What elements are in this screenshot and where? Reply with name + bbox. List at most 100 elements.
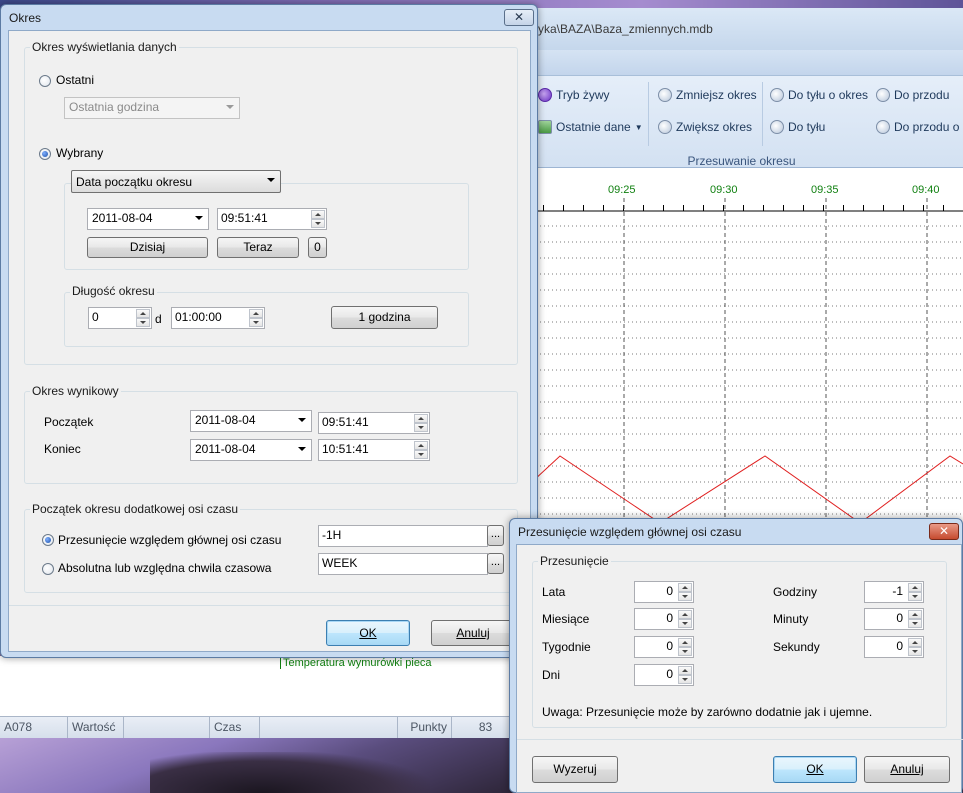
spin-down-icon[interactable] — [908, 592, 922, 601]
spinner[interactable] — [249, 309, 263, 327]
result-start-date-picker[interactable]: 2011-08-04 — [190, 410, 312, 432]
spinner[interactable] — [908, 638, 922, 656]
spinner[interactable] — [678, 583, 692, 601]
minutes-stepper[interactable]: 0 — [864, 608, 924, 630]
period-dialog-close-button[interactable]: ✕ — [504, 9, 534, 26]
forward-button[interactable]: Do przodu — [876, 88, 949, 102]
result-end-date-picker[interactable]: 2011-08-04 — [190, 439, 312, 461]
years-label: Lata — [542, 585, 566, 599]
period-cancel-label: Anuluj — [456, 626, 490, 640]
shift-ok-button[interactable]: OK — [773, 756, 857, 783]
spinner[interactable] — [414, 441, 428, 459]
radio-shift-label[interactable]: Przesunięcie względem głównej osi czasu — [58, 533, 281, 547]
spinner[interactable] — [908, 583, 922, 601]
close-icon: ✕ — [938, 524, 950, 538]
period-cancel-button[interactable]: Anuluj — [431, 620, 515, 646]
result-end-time-stepper[interactable]: 10:51:41 — [318, 439, 430, 461]
today-button[interactable]: Dzisiaj — [87, 237, 208, 258]
weeks-stepper[interactable]: 0 — [634, 636, 694, 658]
ribbon-group-label: Przesuwanie okresu — [687, 154, 796, 168]
absolute-value-input[interactable]: WEEK — [318, 553, 488, 575]
back-by-period-button[interactable]: Do tyłu o okres — [770, 88, 868, 102]
spinner[interactable] — [414, 414, 428, 432]
radio-absolute-label[interactable]: Absolutna lub względna chwila czasowa — [58, 561, 271, 575]
spin-up-icon[interactable] — [908, 583, 922, 592]
months-stepper[interactable]: 0 — [634, 608, 694, 630]
start-date-picker[interactable]: 2011-08-04 — [87, 208, 209, 230]
spin-down-icon[interactable] — [414, 423, 428, 432]
last-period-select[interactable]: Ostatnia godzina — [64, 97, 240, 119]
absolute-browse-button[interactable]: ... — [487, 553, 504, 574]
spin-up-icon[interactable] — [678, 666, 692, 675]
zero-button[interactable]: 0 — [308, 237, 327, 258]
enlarge-period-button[interactable]: Zwiększ okres — [658, 120, 752, 134]
spin-up-icon[interactable] — [678, 583, 692, 592]
spin-down-icon[interactable] — [908, 619, 922, 628]
radio-wybrany[interactable] — [39, 148, 51, 160]
spin-down-icon[interactable] — [414, 450, 428, 459]
seconds-stepper[interactable]: 0 — [864, 636, 924, 658]
shift-cancel-button[interactable]: Anuluj — [864, 756, 950, 783]
chevron-down-icon — [267, 178, 275, 182]
start-time-value: 09:51:41 — [221, 211, 268, 225]
shift-dialog: Przesunięcie względem głównej osi czasu … — [509, 518, 963, 793]
spin-up-icon[interactable] — [136, 309, 150, 318]
chevron-down-icon — [298, 447, 306, 451]
spinner[interactable] — [136, 309, 150, 327]
days-stepper[interactable]: 0 — [634, 664, 694, 686]
spin-up-icon[interactable] — [414, 414, 428, 423]
spin-down-icon[interactable] — [249, 318, 263, 327]
radio-wybrany-label[interactable]: Wybrany — [56, 146, 103, 160]
days-unit-label: d — [155, 312, 162, 326]
shift-browse-button[interactable]: ... — [487, 525, 504, 546]
spin-up-icon[interactable] — [249, 309, 263, 318]
absolute-value: WEEK — [322, 556, 358, 570]
shift-dialog-close-button[interactable]: ✕ — [929, 523, 959, 540]
spin-down-icon[interactable] — [678, 675, 692, 684]
hours-stepper[interactable]: -1 — [864, 581, 924, 603]
now-button[interactable]: Teraz — [217, 237, 299, 258]
spinner[interactable] — [678, 666, 692, 684]
period-length-time-value: 01:00:00 — [175, 310, 222, 324]
spin-up-icon[interactable] — [678, 610, 692, 619]
one-hour-button[interactable]: 1 godzina — [331, 306, 438, 329]
radio-absolute[interactable] — [42, 563, 54, 575]
chevron-down-icon — [195, 216, 203, 220]
period-length-days-stepper[interactable]: 0 — [88, 307, 152, 329]
spinner[interactable] — [678, 610, 692, 628]
back-label: Do tyłu — [788, 120, 826, 134]
period-mode-select-value: Data początku okresu — [76, 175, 193, 189]
period-mode-select[interactable]: Data początku okresu — [71, 170, 281, 193]
radio-ostatni[interactable] — [39, 75, 51, 87]
period-length-time-stepper[interactable]: 01:00:00 — [171, 307, 265, 329]
spin-down-icon[interactable] — [678, 647, 692, 656]
result-start-time-stepper[interactable]: 09:51:41 — [318, 412, 430, 434]
spinner[interactable] — [678, 638, 692, 656]
spin-down-icon[interactable] — [678, 619, 692, 628]
live-mode-button[interactable]: Tryb żywy — [538, 88, 610, 102]
spin-down-icon[interactable] — [136, 318, 150, 327]
period-ok-button[interactable]: OK — [326, 620, 410, 646]
forward-by-button[interactable]: Do przodu o — [876, 120, 959, 134]
start-time-stepper[interactable]: 09:51:41 — [217, 208, 327, 230]
hours-value: -1 — [892, 584, 903, 598]
shrink-period-label: Zmniejsz okres — [676, 88, 757, 102]
spin-down-icon[interactable] — [311, 219, 325, 228]
radio-shift[interactable] — [42, 534, 54, 546]
years-stepper[interactable]: 0 — [634, 581, 694, 603]
radio-ostatni-label[interactable]: Ostatni — [56, 73, 94, 87]
spin-up-icon[interactable] — [678, 638, 692, 647]
spin-down-icon[interactable] — [678, 592, 692, 601]
spin-up-icon[interactable] — [414, 441, 428, 450]
spin-down-icon[interactable] — [908, 647, 922, 656]
latest-data-button[interactable]: Ostatnie dane ▼ — [538, 120, 643, 134]
back-button[interactable]: Do tyłu — [770, 120, 825, 134]
spinner[interactable] — [908, 610, 922, 628]
spin-up-icon[interactable] — [908, 638, 922, 647]
shrink-period-button[interactable]: Zmniejsz okres — [658, 88, 757, 102]
spinner[interactable] — [311, 210, 325, 228]
spin-up-icon[interactable] — [311, 210, 325, 219]
shift-value-input[interactable]: -1H — [318, 525, 488, 547]
spin-up-icon[interactable] — [908, 610, 922, 619]
reset-button[interactable]: Wyzeruj — [532, 756, 618, 783]
